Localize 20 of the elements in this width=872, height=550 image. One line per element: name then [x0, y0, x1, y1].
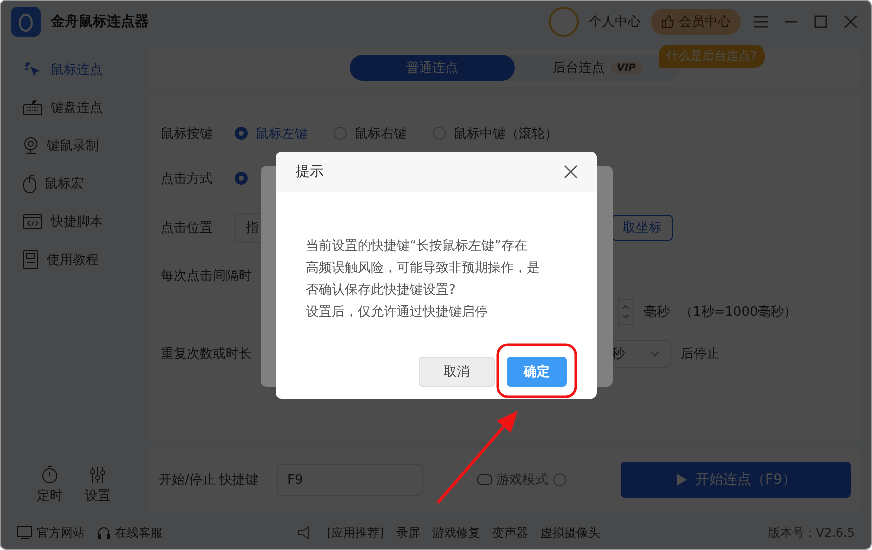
- field-label: 每次点击间隔时: [161, 268, 252, 285]
- unit-note: （1秒=1000毫秒）: [680, 304, 798, 321]
- suffix-label: 后停止: [681, 346, 720, 363]
- app-link[interactable]: 虚拟摄像头: [540, 524, 600, 542]
- field-label: 鼠标按键: [161, 126, 214, 142]
- dialog-message: 当前设置的快捷键“长按鼠标左键”存在 高频误触风险，可能导致非预期操作，是 否确认保存此快捷键设置? 设置后，仅允许通过快捷键启停: [306, 238, 541, 322]
- unit-label: 毫秒: [644, 304, 670, 321]
- app-link[interactable]: 变声器: [492, 524, 528, 542]
- dialog-title: 提示: [296, 163, 324, 181]
- app-link[interactable]: [应用推荐]: [327, 524, 384, 542]
- hotkey-label: 开始/停止 快捷键: [159, 472, 259, 489]
- app-link[interactable]: 录屏: [396, 524, 420, 542]
- confirm-button[interactable]: 确定: [507, 357, 567, 387]
- cancel-button[interactable]: 取消: [419, 357, 495, 387]
- app-title: 金舟鼠标连点器: [51, 13, 149, 31]
- field-label: 重复次数或时长: [161, 346, 252, 363]
- field-label: 点击方式: [161, 170, 214, 188]
- field-label: 点击位置: [161, 220, 214, 237]
- user-center-link[interactable]: 个人中心: [589, 13, 641, 31]
- app-link[interactable]: 游戏修复: [432, 524, 480, 542]
